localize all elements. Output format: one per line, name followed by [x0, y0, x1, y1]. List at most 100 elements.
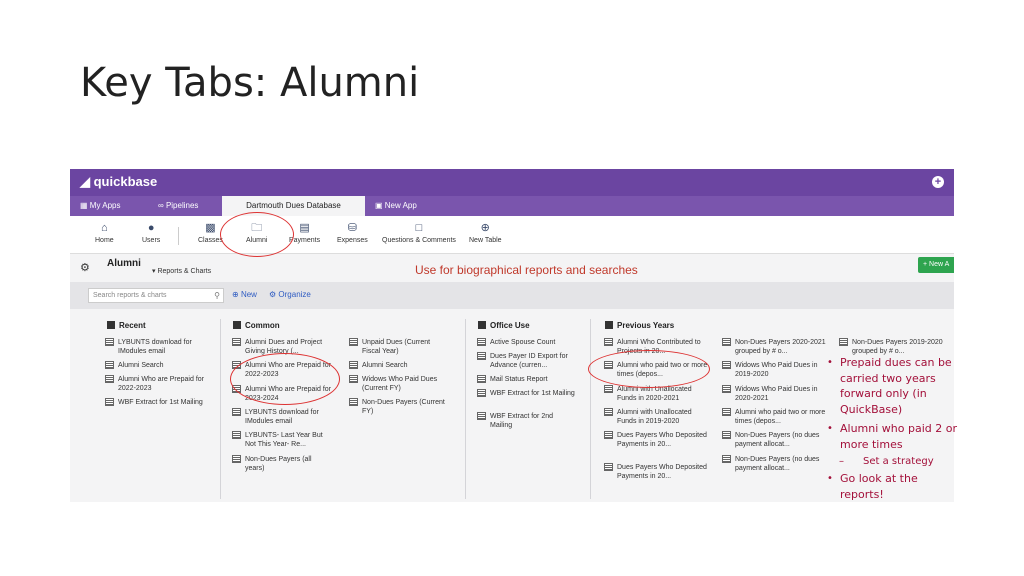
nav-label: Home: [95, 237, 114, 244]
report-icon: [349, 398, 358, 406]
report-link[interactable]: Non-Dues Payers 2020-2021 grouped by # o…: [722, 338, 826, 356]
note-line: reports!: [840, 488, 884, 501]
search-icon: ⚲: [214, 291, 220, 300]
nav-new-table[interactable]: ⊕ New Table: [469, 222, 502, 244]
report-icon: [477, 412, 486, 420]
report-icon: [105, 361, 114, 369]
bullet-icon: •: [827, 357, 833, 368]
report-icon: [349, 375, 358, 383]
nav-label: Questions & Comments: [382, 237, 456, 244]
report-label: Dues Payer ID Export for Advance (curren…: [490, 353, 568, 369]
report-label: Non-Dues Payers (Current FY): [362, 399, 445, 415]
report-icon: [349, 361, 358, 369]
organize-button[interactable]: ⚙ Organize: [269, 290, 311, 299]
report-label: Alumni who paid two or more times (depos…: [735, 409, 826, 425]
report-link[interactable]: Widows Who Paid Dues (Current FY): [349, 375, 449, 393]
report-icon: [477, 338, 486, 346]
report-label: Active Spouse Count: [490, 339, 556, 346]
report-link[interactable]: Alumni who paid two or more times (depos…: [722, 408, 826, 426]
report-label: LYBUNTS download for IModules email: [245, 409, 319, 425]
report-link[interactable]: Alumni Search: [105, 361, 213, 370]
note-line: Prepaid dues can be: [840, 356, 952, 369]
report-label: WBF Extract for 2nd Mailing: [490, 413, 554, 429]
report-label: LYBUNTS download for IModules email: [118, 339, 192, 355]
report-link[interactable]: WBF Extract for 1st Mailing: [105, 398, 213, 407]
section-heading: Common: [245, 321, 280, 330]
reports-charts-dropdown[interactable]: ▾ Reports & Charts: [152, 267, 211, 275]
table-title: Alumni: [107, 258, 141, 269]
nav-expenses[interactable]: ⛁ Expenses: [337, 222, 368, 244]
note-line: carried two years: [840, 372, 936, 385]
report-link[interactable]: WBF Extract for 2nd Mailing: [477, 412, 575, 430]
report-label: Non-Dues Payers (no dues payment allocat…: [735, 456, 820, 472]
collapse-icon[interactable]: [107, 321, 115, 329]
section-recent: Recent: [107, 321, 146, 330]
report-link[interactable]: LYBUNTS- Last Year But Not This Year- Re…: [232, 431, 332, 449]
report-link[interactable]: Widows Who Paid Dues in 2020-2021: [722, 385, 826, 403]
report-label: Non-Dues Payers (no dues payment allocat…: [735, 432, 820, 448]
report-link[interactable]: Unpaid Dues (Current Fiscal Year): [349, 338, 449, 356]
dash-icon: –: [839, 456, 844, 467]
report-label: LYBUNTS- Last Year But Not This Year- Re…: [245, 432, 323, 448]
note-line: Alumni who paid 2 or: [840, 422, 957, 435]
add-icon[interactable]: +: [932, 176, 944, 188]
report-label: Widows Who Paid Dues in 2019-2020: [735, 362, 818, 378]
new-report-button[interactable]: ⊕ New: [232, 290, 257, 299]
table-nav-bar: ⌂ Home ● Users ▩ Classes 🗀 Alumni ▤ Payments …: [70, 216, 954, 254]
tab-pipelines[interactable]: ∞ Pipelines: [158, 196, 198, 216]
report-icon: [722, 385, 731, 393]
report-link[interactable]: Non-Dues Payers 2019-2020 grouped by # o…: [839, 338, 945, 356]
nav-label: Payments: [289, 237, 321, 244]
search-input[interactable]: Search reports & charts ⚲: [88, 288, 224, 303]
report-link[interactable]: Mail Status Report: [477, 375, 575, 384]
report-icon: [477, 389, 486, 397]
report-link[interactable]: Alumni Who are Prepaid for 2022-2023: [105, 375, 213, 393]
tab-new-app[interactable]: ▣ New App: [375, 196, 417, 216]
report-link[interactable]: Alumni Search: [349, 361, 449, 370]
report-link[interactable]: Dues Payer ID Export for Advance (curren…: [477, 352, 575, 370]
collapse-icon[interactable]: [233, 321, 241, 329]
collapse-icon[interactable]: [478, 321, 486, 329]
report-link[interactable]: Dues Payers Who Deposited Payments in 20…: [604, 463, 708, 481]
nav-home[interactable]: ⌂ Home: [95, 222, 114, 244]
divider: [178, 227, 179, 245]
report-link[interactable]: Non-Dues Payers (no dues payment allocat…: [722, 431, 826, 449]
slide-title: Key Tabs: Alumni: [80, 60, 420, 106]
report-link[interactable]: Widows Who Paid Dues in 2019-2020: [722, 361, 826, 379]
report-link[interactable]: WBF Extract for 1st Mailing: [477, 389, 575, 398]
gear-icon[interactable]: ⚙: [80, 261, 90, 274]
new-record-button[interactable]: + New A: [918, 257, 954, 273]
nav-questions-comments[interactable]: □ Questions & Comments: [382, 222, 456, 244]
report-link[interactable]: Dues Payers Who Deposited Payments in 20…: [604, 431, 708, 449]
report-link[interactable]: LYBUNTS download for IModules email: [232, 408, 332, 426]
divider: [465, 319, 466, 499]
report-label: WBF Extract for 1st Mailing: [118, 399, 203, 406]
report-icon: [604, 338, 613, 346]
nav-users[interactable]: ● Users: [142, 222, 160, 244]
tab-my-apps[interactable]: ▦ My Apps: [80, 196, 120, 216]
divider: [590, 319, 591, 499]
report-link[interactable]: Non-Dues Payers (all years): [232, 455, 332, 473]
report-icon: [722, 338, 731, 346]
note-line: more times: [840, 438, 903, 451]
report-label: Unpaid Dues (Current Fiscal Year): [362, 339, 431, 355]
report-link[interactable]: Alumni with Unallocated Funds in 2019-20…: [604, 408, 708, 426]
user-icon: ●: [147, 222, 155, 234]
section-office-use: Office Use: [478, 321, 530, 330]
report-label: Non-Dues Payers 2019-2020 grouped by # o…: [852, 339, 943, 355]
note-line: Set a strategy: [863, 456, 934, 467]
quickbase-logo[interactable]: ◢ quickbase: [80, 174, 157, 190]
report-link[interactable]: Non-Dues Payers (no dues payment allocat…: [722, 455, 826, 473]
report-link[interactable]: LYBUNTS download for IModules email: [105, 338, 213, 356]
section-heading: Previous Years: [617, 321, 675, 330]
report-link[interactable]: Active Spouse Count: [477, 338, 575, 347]
comment-icon: □: [415, 222, 423, 234]
report-link[interactable]: Non-Dues Payers (Current FY): [349, 398, 449, 416]
collapse-icon[interactable]: [605, 321, 613, 329]
report-icon: [105, 375, 114, 383]
top-bar: ◢ quickbase +: [70, 169, 954, 196]
report-icon: [604, 385, 613, 393]
report-icon: [232, 431, 241, 439]
highlight-ellipse-alumni-tab: [220, 212, 294, 257]
note-line: Go look at the: [840, 472, 918, 485]
